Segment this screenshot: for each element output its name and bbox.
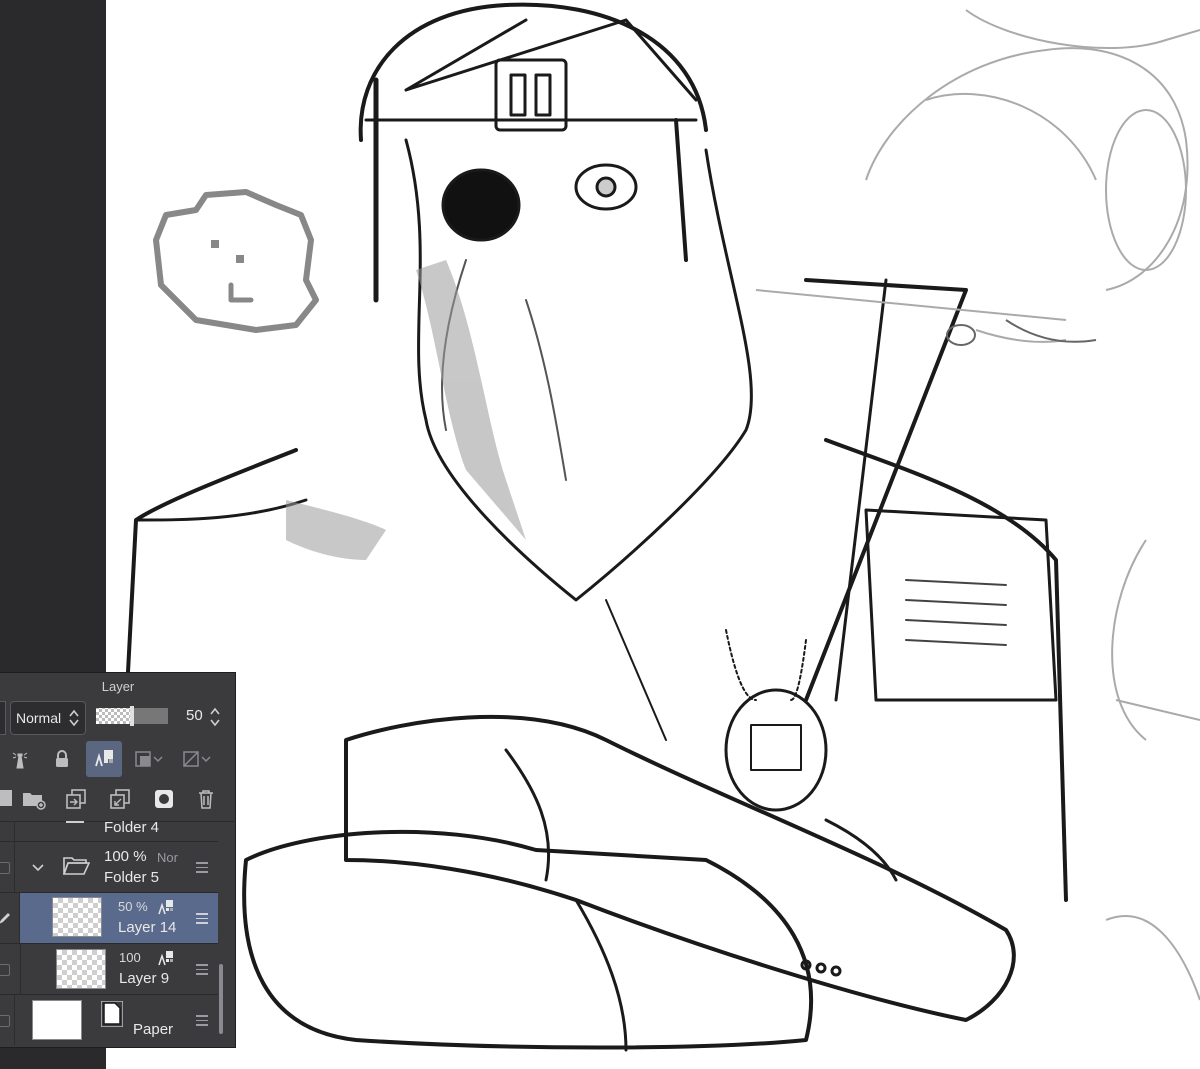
delete-layer-button[interactable] bbox=[188, 781, 224, 817]
folder-open-icon bbox=[62, 857, 90, 875]
lighthouse-icon bbox=[12, 752, 28, 769]
folder-icon bbox=[66, 821, 84, 823]
panel-title: Layer bbox=[101, 679, 135, 694]
mask-icon bbox=[135, 751, 163, 767]
layer-name: Layer 14 bbox=[118, 919, 177, 936]
new-folder-icon bbox=[23, 793, 46, 810]
layer-opacity: 100 bbox=[119, 950, 141, 965]
drawing-canvas[interactable] bbox=[106, 0, 1200, 1069]
visibility-toggle[interactable] bbox=[0, 842, 15, 892]
clip-icon bbox=[158, 900, 173, 915]
new-layer-icon bbox=[0, 790, 12, 806]
layer-thumbnail bbox=[52, 897, 102, 937]
menu-handle-icon[interactable] bbox=[196, 1015, 208, 1026]
reference-layer-button[interactable] bbox=[2, 741, 38, 777]
paper-icon bbox=[101, 1001, 123, 1027]
lock-icon bbox=[56, 750, 68, 767]
layer-row-folder-4[interactable]: Folder 4 bbox=[0, 821, 218, 841]
layer-row-folder-5[interactable]: 100 % Nor Folder 5 bbox=[0, 842, 218, 892]
layer-name: Folder 5 bbox=[104, 869, 160, 886]
chevron-down-icon[interactable] bbox=[32, 863, 44, 873]
layer-opacity: 100 % bbox=[104, 848, 147, 865]
layer-thumbnail bbox=[56, 949, 106, 989]
transfer-layer-button[interactable] bbox=[102, 781, 138, 817]
menu-handle-icon[interactable] bbox=[196, 964, 208, 975]
up-down-chevron-icon bbox=[69, 709, 79, 727]
layer-opacity: 50 % bbox=[118, 899, 148, 914]
layer-mask-button[interactable] bbox=[146, 781, 182, 817]
blend-mode-label: Normal bbox=[16, 710, 62, 726]
copy-layer-button[interactable] bbox=[58, 781, 94, 817]
layer-thumbnail bbox=[32, 1000, 82, 1040]
visibility-toggle[interactable] bbox=[0, 893, 20, 943]
trash-icon bbox=[199, 790, 213, 809]
layer-name: Folder 4 bbox=[104, 821, 160, 836]
opacity-value[interactable]: 50 bbox=[186, 707, 203, 724]
clip-layer-button[interactable] bbox=[86, 741, 122, 777]
visibility-toggle[interactable] bbox=[0, 995, 15, 1045]
mask-off-icon bbox=[183, 751, 211, 767]
blend-mode-select[interactable]: Normal bbox=[10, 701, 86, 735]
clip-icon bbox=[95, 750, 113, 767]
panel-left-edge-button[interactable] bbox=[0, 701, 6, 735]
layer-list-scrollbar[interactable] bbox=[219, 964, 223, 1034]
opacity-slider[interactable] bbox=[96, 706, 168, 726]
layer-row-paper[interactable]: Paper bbox=[0, 995, 218, 1045]
visibility-toggle[interactable] bbox=[0, 944, 21, 994]
layer-name: Paper bbox=[133, 1021, 174, 1038]
opacity-stepper-icon[interactable] bbox=[209, 706, 221, 728]
layer-row-layer-9[interactable]: 100 Layer 9 bbox=[0, 944, 218, 994]
layer-property-icon-row bbox=[0, 741, 236, 781]
layer-action-icon-row bbox=[0, 781, 236, 821]
lock-layer-button[interactable] bbox=[44, 741, 80, 777]
copy-layer-icon bbox=[66, 789, 86, 809]
layer-name: Layer 9 bbox=[119, 970, 170, 987]
visibility-toggle[interactable] bbox=[0, 821, 15, 841]
transfer-icon bbox=[110, 789, 130, 809]
mask-disable-button[interactable] bbox=[180, 741, 216, 777]
layer-mask-icon bbox=[155, 790, 173, 808]
new-folder-button[interactable] bbox=[16, 781, 52, 817]
layer-blend-mode: Nor bbox=[157, 850, 178, 865]
menu-handle-icon[interactable] bbox=[196, 862, 208, 873]
sketch-artwork bbox=[114, 2, 1200, 1052]
layer-row-layer-14[interactable]: 50 % Layer 14 bbox=[20, 893, 218, 943]
mask-layer-button[interactable] bbox=[132, 741, 168, 777]
menu-handle-icon[interactable] bbox=[196, 913, 208, 924]
clip-icon bbox=[158, 951, 173, 966]
pencil-icon bbox=[0, 913, 10, 924]
